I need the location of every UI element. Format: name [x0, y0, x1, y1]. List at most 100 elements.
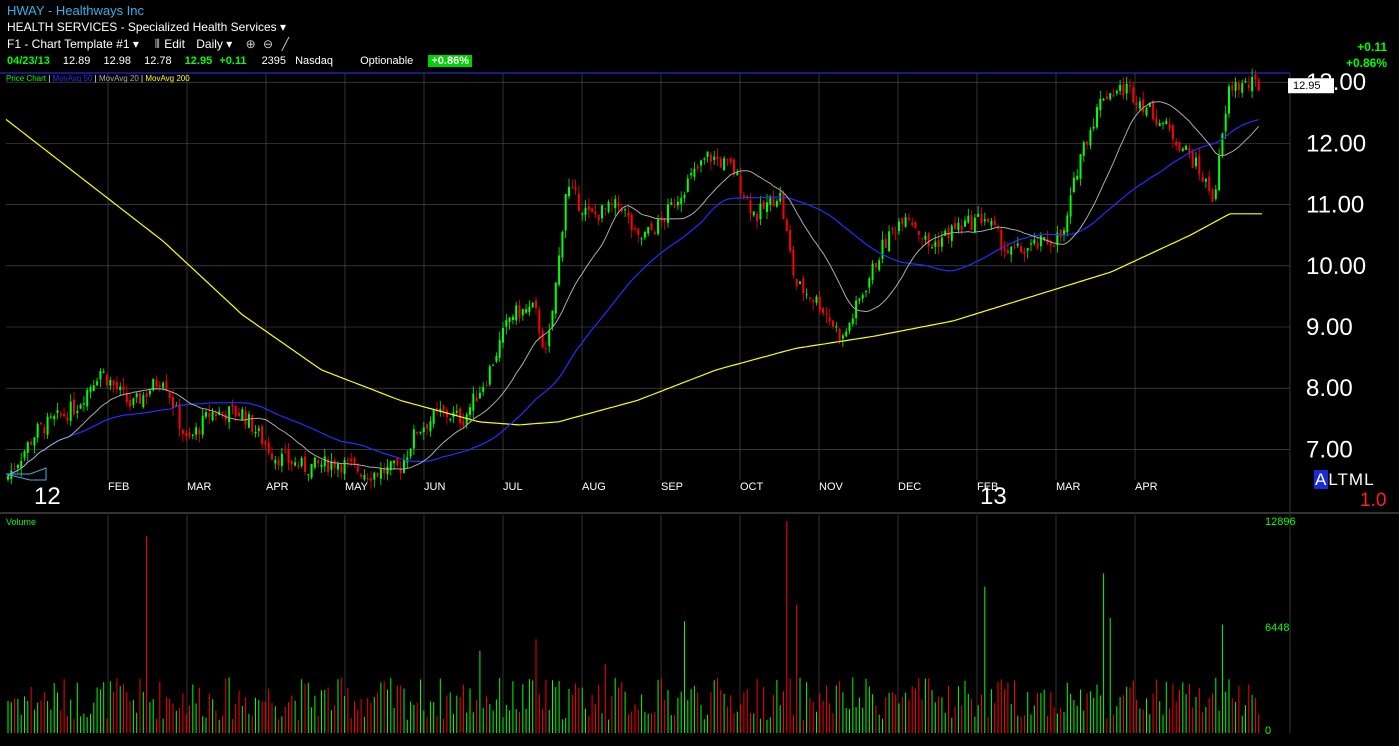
candle-body — [102, 371, 105, 373]
candle-body — [89, 387, 92, 392]
candle-body — [544, 348, 547, 350]
candle-body — [373, 472, 376, 480]
candle-body — [294, 462, 297, 466]
candle-body — [1218, 155, 1221, 191]
candle-body — [881, 239, 884, 259]
ratio-label: 1.0 — [1360, 490, 1387, 511]
candle-body — [132, 398, 135, 405]
candle-body — [1195, 157, 1197, 167]
candle-body — [502, 328, 504, 343]
candle-body — [799, 281, 801, 284]
candle-body — [700, 160, 702, 166]
candle-body — [888, 231, 891, 252]
altml-buttons[interactable]: ALTML — [1314, 470, 1375, 490]
candle-body — [393, 460, 396, 464]
candle-body — [683, 195, 686, 199]
candle-body — [46, 416, 49, 435]
candle-body — [772, 198, 775, 207]
candle-body — [13, 468, 16, 470]
candle-body — [274, 459, 277, 464]
candle-body — [1257, 79, 1260, 91]
candle-body — [455, 410, 458, 413]
candle-body — [1214, 189, 1217, 200]
price-volume-chart[interactable]: 7.008.009.0010.0011.0012.0013.00FEB12 MAR… — [0, 0, 1399, 746]
year-label: 13 — [980, 483, 1007, 510]
candle-body — [795, 278, 798, 287]
candle-body — [921, 238, 924, 240]
candle-body — [1231, 85, 1234, 90]
candle-body — [1228, 86, 1230, 114]
candle-body — [1175, 141, 1178, 146]
candle-body — [822, 308, 825, 314]
candle-body — [914, 221, 917, 229]
candle-body — [1178, 141, 1181, 151]
candle-body — [825, 313, 828, 315]
month-label: APR — [266, 481, 289, 493]
candle-body — [228, 406, 231, 423]
candle-body — [815, 296, 818, 303]
candle-body — [967, 215, 970, 223]
candle-body — [307, 474, 310, 476]
candle-body — [1224, 113, 1227, 132]
candle-body — [617, 202, 620, 207]
candle-body — [690, 173, 693, 176]
candle-body — [898, 221, 900, 232]
price-tick-label: 9.00 — [1306, 314, 1353, 341]
candle-body — [1109, 93, 1112, 100]
candle-body — [109, 379, 112, 386]
candle-body — [990, 221, 993, 226]
candle-body — [271, 453, 273, 460]
candle-body — [584, 207, 587, 215]
candle-body — [756, 213, 759, 221]
altml-rest[interactable]: LTML — [1328, 470, 1374, 489]
candle-body — [511, 316, 514, 320]
candle-body — [422, 427, 425, 433]
candle-body — [66, 417, 69, 421]
candle-body — [703, 158, 706, 160]
altml-a[interactable]: A — [1314, 470, 1329, 489]
price-tick-label: 8.00 — [1306, 375, 1353, 402]
candle-body — [221, 411, 224, 413]
candle-body — [363, 474, 366, 480]
candle-body — [650, 223, 653, 230]
volume-tick-label: 0 — [1265, 725, 1271, 737]
candle-body — [412, 429, 415, 449]
candle-body — [158, 385, 161, 387]
candle-body — [940, 237, 943, 247]
candle-body — [475, 397, 478, 402]
volume-tick-label: 12896 — [1265, 516, 1296, 528]
candle-body — [313, 457, 316, 468]
candle-body — [713, 156, 716, 160]
candle-body — [716, 156, 719, 160]
candle-body — [485, 384, 488, 386]
candle-body — [818, 296, 821, 311]
candle-body — [630, 214, 633, 231]
candle-body — [1102, 98, 1105, 101]
candle-body — [977, 213, 980, 217]
candle-body — [198, 429, 201, 435]
candle-body — [492, 364, 495, 366]
volume-title: Volume — [6, 517, 37, 527]
legend-price-chart: Price Chart — [6, 74, 47, 83]
candle-body — [267, 442, 270, 454]
candle-body — [634, 228, 636, 230]
candle-body — [92, 385, 95, 391]
candle-body — [548, 330, 551, 347]
candle-body — [297, 465, 300, 468]
candle-body — [49, 416, 52, 418]
month-label: MAR — [187, 481, 212, 493]
candle-body — [99, 371, 102, 380]
candle-body — [214, 413, 217, 416]
candle-body — [587, 206, 590, 211]
candle-body — [518, 305, 521, 319]
candle-body — [983, 219, 986, 222]
candle-body — [987, 218, 990, 223]
candle-body — [287, 448, 290, 464]
candle-body — [96, 381, 99, 386]
candle-body — [1092, 126, 1095, 129]
month-label: AUG — [582, 481, 606, 493]
candle-body — [762, 201, 765, 209]
candle-body — [79, 404, 82, 409]
candle-body — [1135, 102, 1138, 106]
candle-body — [317, 460, 320, 464]
